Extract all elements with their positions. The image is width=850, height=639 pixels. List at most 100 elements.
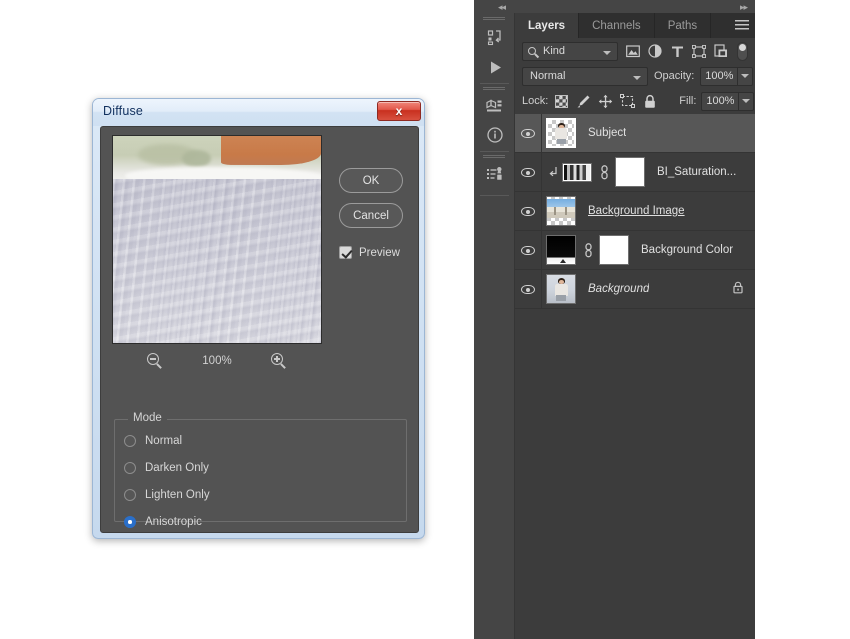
opacity-stepper[interactable]: [738, 66, 754, 86]
zoom-out-icon[interactable]: [147, 353, 163, 369]
close-button[interactable]: x: [377, 101, 421, 121]
filter-pixel-icon[interactable]: [622, 41, 644, 61]
panel-menu-icon[interactable]: [735, 20, 749, 31]
layer-thumbnail[interactable]: [546, 274, 576, 304]
info-icon[interactable]: [483, 123, 507, 147]
blend-mode-value: Normal: [530, 70, 566, 82]
chevron-down-icon: [633, 75, 641, 80]
mode-groupbox: Mode Normal Darken Only Lighten Only Ani…: [114, 412, 407, 528]
layer-name[interactable]: Subject: [588, 127, 626, 139]
table-row[interactable]: Subject: [515, 114, 755, 153]
fill-stepper[interactable]: [739, 91, 755, 111]
radio-anisotropic[interactable]: Anisotropic: [124, 516, 202, 528]
layer-name[interactable]: Background: [588, 283, 649, 295]
layer-name[interactable]: BI_Saturation...: [657, 166, 736, 178]
tab-layers[interactable]: Layers: [515, 13, 580, 38]
filter-adjustment-icon[interactable]: [644, 41, 666, 61]
filter-preview[interactable]: [112, 135, 322, 344]
layer-visibility-toggle[interactable]: [515, 153, 541, 191]
table-row[interactable]: Background: [515, 270, 755, 309]
person-thumb-art: [555, 122, 568, 145]
diffuse-dialog: Diffuse x 100% OK Cancel Preview Mode No…: [92, 98, 425, 539]
opacity-input[interactable]: 100%: [700, 66, 739, 86]
row-divider: [541, 270, 542, 308]
collapse-panels-left-icon[interactable]: ◂◂: [498, 2, 506, 13]
layer-thumbnail[interactable]: [546, 196, 576, 226]
rail-grip-bottom[interactable]: [483, 155, 505, 159]
fill-input[interactable]: 100%: [701, 91, 740, 111]
filter-type-icon[interactable]: [666, 41, 688, 61]
layer-thumbnail[interactable]: [546, 118, 576, 148]
layer-mask-thumbnail[interactable]: [599, 235, 629, 265]
radio-icon: [124, 462, 136, 474]
properties-3d-icon[interactable]: [483, 95, 507, 119]
rail-grip-top[interactable]: [483, 17, 505, 21]
blend-mode-select[interactable]: Normal: [522, 66, 648, 86]
lock-row: Lock: Fill: 100%: [515, 89, 755, 113]
filter-type-icons: [622, 41, 732, 61]
tab-channels[interactable]: Channels: [579, 13, 655, 38]
lock-artboard-nesting-icon[interactable]: [619, 93, 636, 110]
layer-visibility-toggle[interactable]: [515, 231, 541, 269]
layer-name[interactable]: Background Color: [641, 244, 733, 256]
panel-tabs: Layers Channels Paths: [515, 13, 755, 38]
row-divider: [541, 192, 542, 230]
page-title: Diffuse: [103, 104, 144, 118]
layer-name[interactable]: Background Image: [588, 205, 685, 217]
blend-mode-row: Normal Opacity: 100%: [515, 64, 755, 88]
opacity-label: Opacity:: [654, 70, 695, 82]
preview-checkbox[interactable]: Preview: [339, 246, 400, 259]
ok-button[interactable]: OK: [339, 168, 403, 193]
eye-icon: [521, 284, 535, 294]
adjustment-thumbnail[interactable]: [562, 162, 592, 182]
zoom-level: 100%: [202, 355, 232, 367]
lock-all-icon[interactable]: [641, 93, 658, 110]
radio-lighten-only[interactable]: Lighten Only: [124, 489, 210, 501]
layer-comps-icon[interactable]: [483, 163, 507, 187]
lock-image-pixels-brush-icon[interactable]: [575, 93, 592, 110]
mask-link-icon[interactable]: [597, 164, 611, 180]
rail-grip-mid[interactable]: [483, 87, 505, 91]
preview-zoom-controls: 100%: [112, 349, 322, 373]
layer-visibility-toggle[interactable]: [515, 192, 541, 230]
tab-paths[interactable]: Paths: [655, 13, 712, 38]
mask-link-icon[interactable]: [581, 242, 595, 258]
tab-paths-label: Paths: [667, 19, 698, 32]
cancel-button-label: Cancel: [353, 209, 389, 222]
checkbox-icon: [339, 246, 352, 259]
actions-play-icon[interactable]: [483, 55, 507, 79]
table-row[interactable]: Background Image: [515, 192, 755, 231]
table-row[interactable]: BI_Saturation...: [515, 153, 755, 192]
lock-position-move-icon[interactable]: [597, 93, 614, 110]
history-icon[interactable]: [483, 25, 507, 49]
layer-mask-thumbnail[interactable]: [615, 157, 645, 187]
layers-panel: Layers Channels Paths Kind Normal Opacit…: [515, 13, 755, 639]
row-divider: [541, 153, 542, 191]
tab-layers-label: Layers: [528, 19, 566, 32]
zoom-in-icon[interactable]: [271, 353, 287, 369]
filter-smart-object-icon[interactable]: [710, 41, 732, 61]
layer-visibility-toggle[interactable]: [515, 270, 541, 308]
expand-panels-right-icon[interactable]: ▸▸: [740, 2, 748, 13]
filter-shape-icon[interactable]: [688, 41, 710, 61]
layer-filter-row: Kind: [515, 38, 755, 64]
background-image-thumb-art: [547, 197, 575, 225]
filter-kind-select[interactable]: Kind: [522, 41, 618, 61]
collapsed-panel-rail: [474, 13, 515, 639]
radio-normal-label: Normal: [145, 435, 183, 447]
clipping-mask-arrow-icon: [547, 166, 560, 178]
table-row[interactable]: Background Color: [515, 231, 755, 270]
dialog-titlebar[interactable]: Diffuse x: [93, 99, 424, 126]
layer-visibility-toggle[interactable]: [515, 114, 541, 152]
radio-normal[interactable]: Normal: [124, 435, 182, 447]
chevron-down-icon: [603, 50, 611, 55]
layer-locked-icon: [732, 281, 744, 297]
radio-darken-only-label: Darken Only: [145, 462, 209, 474]
radio-darken-only[interactable]: Darken Only: [124, 462, 209, 474]
filter-enable-toggle[interactable]: [737, 41, 748, 61]
layer-thumbnail[interactable]: [546, 235, 576, 265]
cancel-button[interactable]: Cancel: [339, 203, 403, 228]
lock-transparent-pixels-icon[interactable]: [553, 93, 570, 110]
dialog-body: 100% OK Cancel Preview Mode Normal Darke…: [100, 126, 419, 533]
tab-channels-label: Channels: [592, 19, 641, 32]
